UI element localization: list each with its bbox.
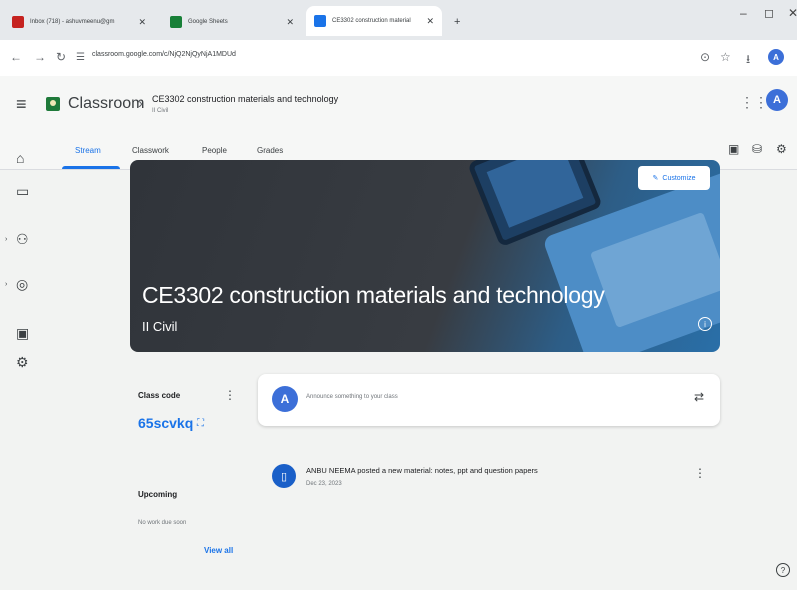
browser-tab-label: CE3302 construction material <box>332 18 411 24</box>
settings-rail-icon[interactable]: ⚙ <box>16 354 29 371</box>
tab-grades[interactable]: Grades <box>257 146 283 155</box>
tab-classwork[interactable]: Classwork <box>132 146 169 155</box>
calendar-rail-icon[interactable]: ▭ <box>16 183 29 200</box>
share-icon[interactable]: ⊙ <box>700 50 710 64</box>
home-icon[interactable]: ⌂ <box>16 150 24 166</box>
chevron-right-icon: › <box>138 95 143 112</box>
browser-tab-label: Inbox (718) - ashuvmeenu@gm <box>30 19 115 25</box>
class-banner: ✎ Customize CE3302 construction material… <box>130 160 720 352</box>
bookmark-star-icon[interactable]: ☆ <box>720 50 731 64</box>
post-date: Dec 23, 2023 <box>306 481 342 487</box>
upcoming-empty-text: No work due soon <box>138 520 187 526</box>
classroom-logo <box>46 97 60 111</box>
enrolled-classes-icon[interactable]: ◎ <box>16 276 28 293</box>
app-name[interactable]: Classroom <box>68 95 144 113</box>
gmail-icon <box>12 16 24 28</box>
material-icon: ▯ <box>272 464 296 488</box>
breadcrumb-class-section: II Civil <box>152 108 169 114</box>
upcoming-label: Upcoming <box>138 490 178 499</box>
class-code-label: Class code <box>138 391 181 400</box>
stream-post[interactable]: ▯ ANBU NEEMA posted a new material: note… <box>258 450 720 520</box>
browser-tab-sheets[interactable]: Google Sheets ✕ <box>162 8 302 36</box>
customize-button[interactable]: ✎ Customize <box>638 166 710 190</box>
customize-label: Customize <box>662 174 696 182</box>
site-info-icon[interactable]: ☰ <box>76 52 85 63</box>
announce-box[interactable]: A Announce something to your class ⇄ <box>258 374 720 426</box>
people-icon[interactable]: ⚇ <box>16 231 29 248</box>
close-icon[interactable]: ✕ <box>138 17 146 28</box>
download-icon[interactable]: ⭳ <box>746 50 750 71</box>
help-icon[interactable]: ? <box>776 563 790 577</box>
drive-folder-icon[interactable]: ⛁ <box>752 142 762 156</box>
browser-tab-classroom[interactable]: CE3302 construction material ✕ <box>306 6 442 36</box>
browser-profile-avatar[interactable]: A <box>768 49 784 65</box>
sheets-icon <box>170 16 182 28</box>
browser-tab-gmail[interactable]: Inbox (718) - ashuvmeenu@gm ✕ <box>4 8 154 36</box>
expand-arrow-icon[interactable]: › <box>5 281 7 288</box>
url-field[interactable]: classroom.google.com/c/NjQ2NjQyNjA1MDUd <box>92 51 236 58</box>
settings-gear-icon[interactable]: ⚙ <box>776 142 787 156</box>
more-vert-icon[interactable]: ⋮ <box>694 466 706 480</box>
address-bar: ← → ↻ ☰ classroom.google.com/c/NjQ2NjQyN… <box>0 40 797 76</box>
archived-classes-icon[interactable]: ▣ <box>16 325 29 342</box>
active-tab-indicator <box>62 166 120 169</box>
post-title[interactable]: ANBU NEEMA posted a new material: notes,… <box>306 466 538 475</box>
close-icon[interactable]: ✕ <box>426 16 434 27</box>
calendar-icon[interactable]: ▣ <box>728 142 739 156</box>
window-close-icon[interactable]: ✕ <box>788 6 797 20</box>
tab-stream[interactable]: Stream <box>75 146 101 155</box>
close-icon[interactable]: ✕ <box>286 17 294 28</box>
classroom-tab-icon <box>314 15 326 27</box>
expand-arrow-icon[interactable]: › <box>5 236 7 243</box>
pencil-icon: ✎ <box>652 175 659 182</box>
announce-placeholder[interactable]: Announce something to your class <box>306 394 398 400</box>
more-vert-icon[interactable]: ⋮ <box>224 388 236 402</box>
banner-class-section: II Civil <box>142 319 178 334</box>
reload-icon[interactable]: ↻ <box>56 50 66 64</box>
main-menu-icon[interactable]: ≡ <box>16 94 27 115</box>
back-icon[interactable]: ← <box>10 50 22 64</box>
repost-icon[interactable]: ⇄ <box>694 390 704 404</box>
view-all-link[interactable]: View all <box>204 546 233 555</box>
fullscreen-icon[interactable]: ⛶ <box>197 418 204 429</box>
tab-people[interactable]: People <box>202 146 227 155</box>
browser-tab-strip: Inbox (718) - ashuvmeenu@gm ✕ Google She… <box>0 0 797 40</box>
minimize-icon[interactable]: – <box>740 6 747 20</box>
plus-icon: + <box>454 16 461 28</box>
profile-avatar[interactable]: A <box>766 89 788 111</box>
announce-avatar: A <box>272 386 298 412</box>
banner-class-title: CE3302 construction materials and techno… <box>142 282 605 308</box>
breadcrumb-class-title[interactable]: CE3302 construction materials and techno… <box>152 94 338 104</box>
maximize-icon[interactable]: ◻ <box>764 6 774 20</box>
class-code-value: 65scvkq <box>138 415 194 431</box>
new-tab-button[interactable]: + <box>446 8 468 36</box>
forward-icon[interactable]: → <box>34 50 46 64</box>
class-info-icon[interactable]: i <box>698 317 712 331</box>
classroom-header: ≡ Classroom › CE3302 construction materi… <box>0 76 797 136</box>
browser-tab-label: Google Sheets <box>188 19 228 25</box>
